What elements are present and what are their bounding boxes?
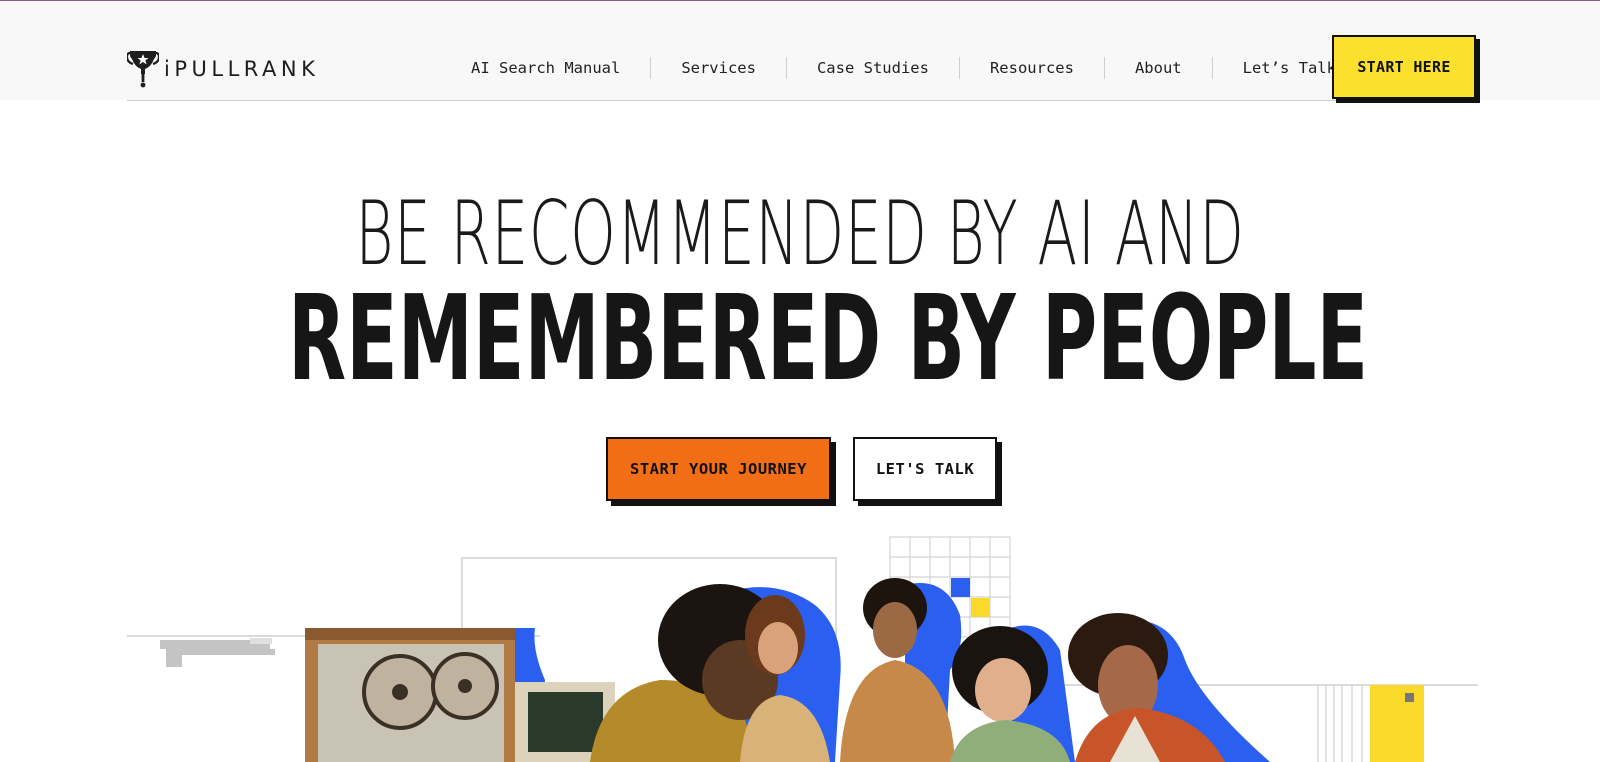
hero-headline-line2: REMEMBERED BY PEOPLE — [288, 269, 1369, 407]
trophy-icon — [127, 51, 159, 88]
logo-link[interactable]: iPULLRANK — [127, 47, 319, 89]
yellow-block — [1370, 685, 1424, 762]
nav-services[interactable]: Services — [650, 57, 786, 79]
people-group — [590, 578, 1225, 762]
logo-wordmark: iPULLRANK — [164, 57, 320, 81]
hero-headline-line1: BE RECOMMENDED BY AI AND — [355, 182, 1245, 285]
nav-ai-search-manual[interactable]: AI Search Manual — [455, 57, 650, 79]
nav-about[interactable]: About — [1103, 57, 1212, 79]
right-decor — [1317, 685, 1363, 762]
blue-pixel — [951, 578, 970, 597]
start-your-journey-button[interactable]: START YOUR JOURNEY — [606, 437, 831, 501]
lets-talk-button[interactable]: LET'S TALK — [853, 437, 997, 501]
reel-to-reel-recorder — [305, 628, 515, 762]
yellow-block-mark — [1405, 693, 1414, 702]
gray-pixels — [160, 638, 275, 667]
header-divider — [127, 100, 1478, 101]
hero-illustration — [127, 536, 1478, 762]
nav-resources[interactable]: Resources — [958, 57, 1104, 79]
yellow-pixel — [971, 598, 990, 617]
nav-case-studies[interactable]: Case Studies — [785, 57, 959, 79]
main-nav: AI Search Manual Services Case Studies R… — [455, 55, 1366, 81]
start-here-button[interactable]: START HERE — [1332, 35, 1476, 99]
